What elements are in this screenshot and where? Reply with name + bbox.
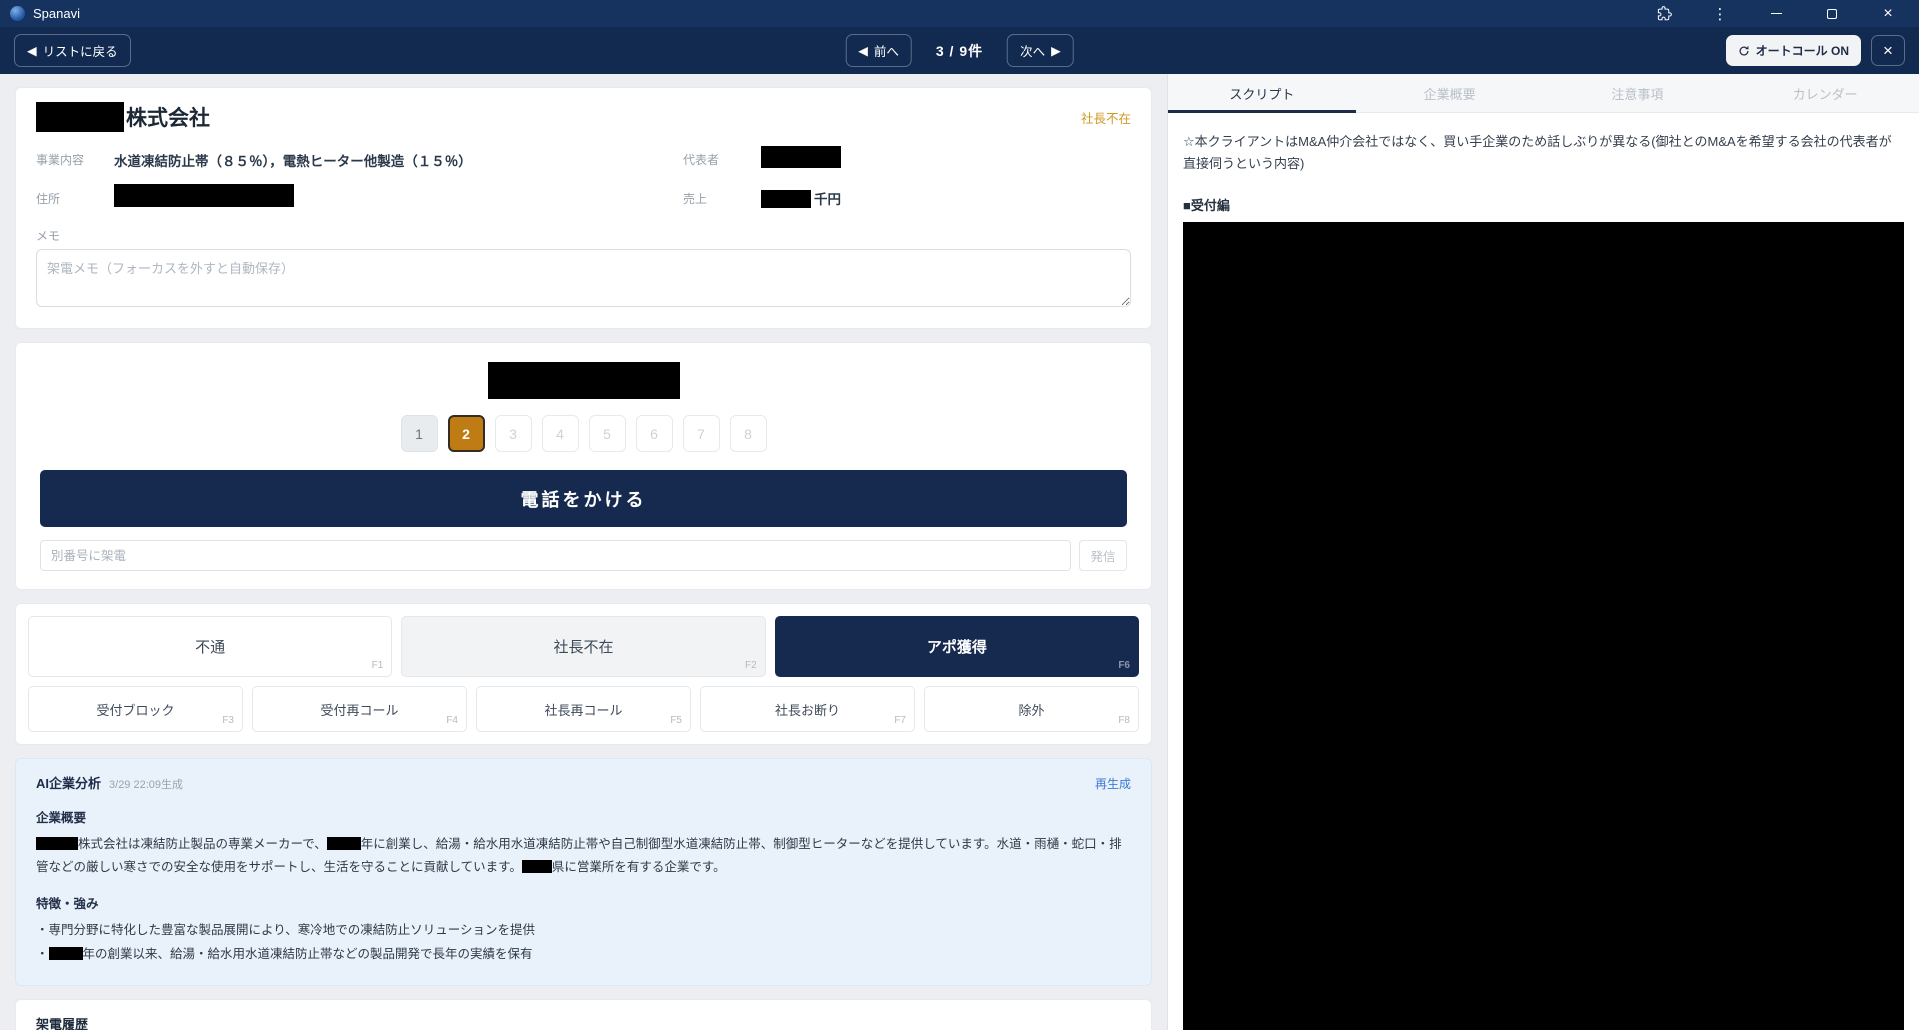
alt-number-input[interactable] — [40, 540, 1071, 571]
redacted-script-block — [1183, 222, 1904, 1030]
sales-label: 売上 — [683, 190, 747, 207]
fkey-label: F5 — [670, 715, 682, 726]
autocall-toggle-button[interactable]: オートコール ON — [1726, 35, 1861, 66]
phone-number-pager: 1 2 3 4 5 6 7 8 — [40, 415, 1127, 452]
company-card: 株式会社 社長不在 事業内容 水道凍結防止帯（８５％），電熱ヒーター他製造（１５… — [15, 87, 1152, 329]
browser-menu-icon[interactable]: ⋮ — [1707, 4, 1733, 24]
refresh-icon — [1738, 45, 1750, 57]
call-history-card: 架電履歴 1回目 社長不在 3/16 10:46 録音 — [15, 999, 1152, 1030]
call-history-title: 架電履歴 — [36, 1014, 1131, 1030]
next-button[interactable]: 次へ ▶ — [1007, 34, 1074, 67]
features-heading: 特徴・強み — [36, 893, 1131, 912]
script-panel: スクリプト 企業概要 注意事項 カレンダー ☆本クライアントはM&A仲介会社では… — [1167, 74, 1919, 1030]
fkey-label: F6 — [1118, 660, 1130, 671]
redacted-sales — [761, 190, 811, 208]
redacted-phone-number — [488, 362, 680, 399]
status-button-appointment[interactable]: アポ獲得 F6 — [775, 616, 1139, 677]
page-button-5: 5 — [589, 415, 626, 452]
status-button-exclude[interactable]: 除外 F8 — [924, 686, 1139, 732]
representative-label: 代表者 — [683, 151, 747, 168]
next-arrow-icon: ▶ — [1051, 43, 1061, 58]
company-name-suffix: 株式会社 — [126, 102, 210, 132]
page-button-6: 6 — [636, 415, 673, 452]
page-button-1[interactable]: 1 — [401, 415, 438, 452]
memo-label: メモ — [36, 227, 1131, 244]
redacted-company-inline — [36, 837, 78, 850]
status-button-no-answer[interactable]: 不通 F1 — [28, 616, 392, 677]
address-label: 住所 — [36, 190, 100, 207]
prev-arrow-icon: ◀ — [858, 43, 868, 58]
fkey-label: F8 — [1118, 715, 1130, 726]
app-logo-icon — [10, 6, 25, 21]
overview-paragraph: 株式会社は凍結防止製品の専業メーカーで、年に創業し、給湯・給水用水道凍結防止帯や… — [36, 833, 1131, 878]
dialer-card: 1 2 3 4 5 6 7 8 電話をかける 発信 — [15, 342, 1152, 590]
status-button-reception-recall[interactable]: 受付再コール F4 — [252, 686, 467, 732]
status-button-reception-block[interactable]: 受付ブロック F3 — [28, 686, 243, 732]
tab-cautions[interactable]: 注意事項 — [1544, 74, 1732, 112]
business-label: 事業内容 — [36, 151, 100, 168]
extensions-icon[interactable] — [1651, 4, 1677, 24]
overview-heading: 企業概要 — [36, 807, 1131, 826]
redacted-company-name — [36, 102, 124, 132]
ai-analysis-card: AI企業分析 3/29 22:09生成 再生成 企業概要 株式会社は凍結防止製品… — [15, 758, 1152, 986]
call-result-card: 不通 F1 社長不在 F2 アポ獲得 F6 受付ブロック F3 受付 — [15, 603, 1152, 745]
redacted-representative — [761, 146, 841, 168]
back-to-list-button[interactable]: ◀ リストに戻る — [14, 34, 131, 67]
script-section-heading: ■受付編 — [1183, 195, 1904, 214]
main-column: 株式会社 社長不在 事業内容 水道凍結防止帯（８５％），電熱ヒーター他製造（１５… — [0, 74, 1167, 1030]
tab-calendar[interactable]: カレンダー — [1731, 74, 1919, 112]
redacted-year-inline — [327, 837, 361, 850]
window-titlebar: Spanavi ⋮ × — [0, 0, 1919, 27]
feature-bullet-2: ・年の創業以来、給湯・給水用水道凍結防止帯などの製品開発で長年の実績を保有 — [36, 943, 1131, 967]
page-button-3: 3 — [495, 415, 532, 452]
ai-generated-timestamp: 3/29 22:09生成 — [109, 776, 183, 792]
fkey-label: F7 — [894, 715, 906, 726]
minimize-icon[interactable] — [1763, 4, 1789, 24]
fkey-label: F2 — [745, 660, 757, 671]
sales-unit: 千円 — [814, 192, 841, 207]
prev-button[interactable]: ◀ 前へ — [845, 34, 912, 67]
record-counter: 3 / 9件 — [936, 41, 983, 61]
window-close-icon[interactable]: × — [1875, 4, 1901, 24]
ai-analysis-title: AI企業分析 — [36, 773, 101, 792]
fkey-label: F4 — [446, 715, 458, 726]
make-call-button[interactable]: 電話をかける — [40, 470, 1127, 527]
memo-textarea[interactable] — [36, 249, 1131, 307]
fkey-label: F3 — [222, 715, 234, 726]
page-button-8: 8 — [730, 415, 767, 452]
status-button-president-refusal[interactable]: 社長お断り F7 — [700, 686, 915, 732]
close-icon: × — [1883, 41, 1893, 61]
page-button-7: 7 — [683, 415, 720, 452]
fkey-label: F1 — [372, 660, 384, 671]
panel-close-button[interactable]: × — [1871, 35, 1905, 66]
dial-button[interactable]: 発信 — [1079, 540, 1127, 571]
tab-company-overview[interactable]: 企業概要 — [1356, 74, 1544, 112]
status-badge: 社長不在 — [1081, 108, 1131, 127]
maximize-icon[interactable] — [1819, 4, 1845, 24]
app-title: Spanavi — [33, 6, 80, 21]
page-button-2[interactable]: 2 — [448, 415, 485, 452]
status-button-president-recall[interactable]: 社長再コール F5 — [476, 686, 691, 732]
script-panel-tabbar: スクリプト 企業概要 注意事項 カレンダー — [1168, 74, 1919, 113]
feature-bullet-1: ・専門分野に特化した豊富な製品展開により、寒冷地での凍結防止ソリューションを提供 — [36, 919, 1131, 943]
toolbar: ◀ リストに戻る ◀ 前へ 3 / 9件 次へ ▶ オートコール ON × — [0, 27, 1919, 74]
script-client-note: ☆本クライアントはM&A仲介会社ではなく、買い手企業のため話しぶりが異なる(御社… — [1183, 131, 1904, 175]
business-value: 水道凍結防止帯（８５％），電熱ヒーター他製造（１５％） — [114, 150, 669, 170]
redacted-prefecture-inline — [522, 860, 552, 873]
back-arrow-icon: ◀ — [27, 43, 37, 58]
redacted-address — [114, 184, 294, 207]
page-button-4: 4 — [542, 415, 579, 452]
status-button-president-absent[interactable]: 社長不在 F2 — [401, 616, 765, 677]
tab-script[interactable]: スクリプト — [1168, 74, 1356, 112]
regenerate-link[interactable]: 再生成 — [1095, 775, 1131, 792]
redacted-year-inline — [49, 947, 83, 960]
